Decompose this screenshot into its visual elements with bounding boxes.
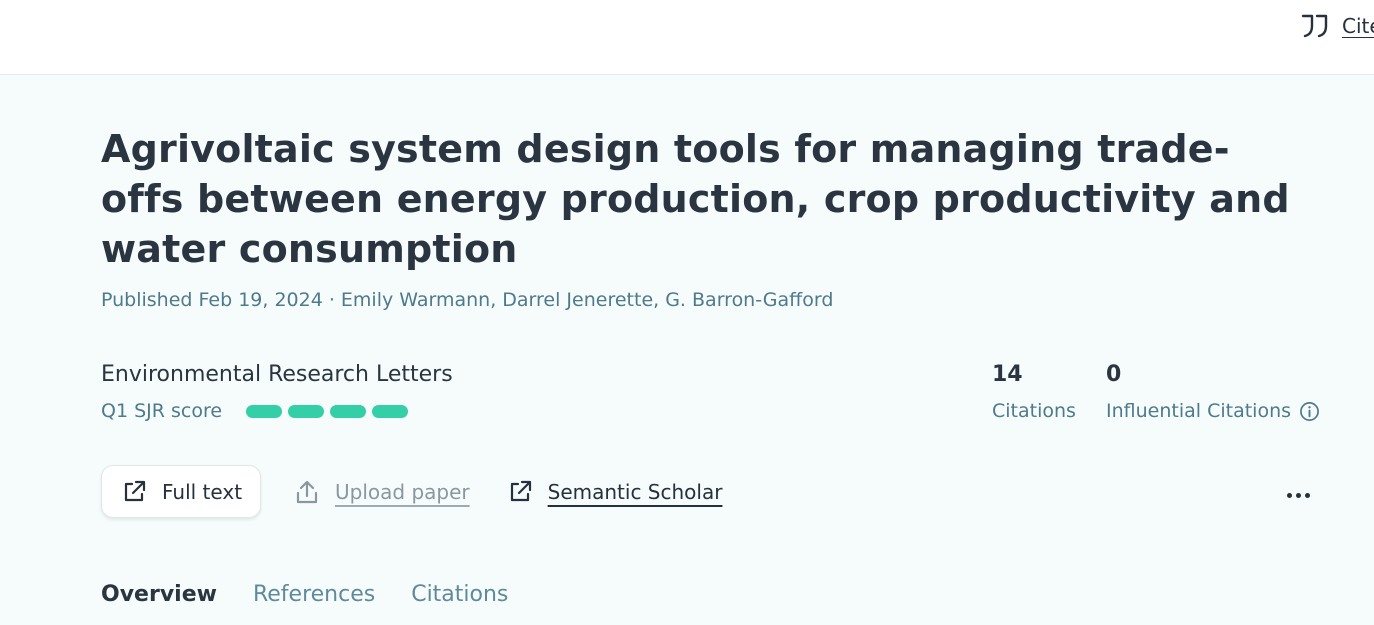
full-text-label: Full text [162,479,243,504]
sjr-bars [246,404,409,418]
cite-label: Cite [1342,14,1374,38]
influential-citations-stat: 0 Influential Citations [1106,362,1320,422]
info-icon[interactable] [1299,401,1320,422]
dot [1304,492,1310,498]
sjr-bar [288,404,325,418]
citations-label: Citations [992,400,1076,422]
sjr-score: Q1 SJR score [101,400,409,422]
sjr-label: Q1 SJR score [101,400,223,422]
cite-button[interactable]: Cite [1300,12,1374,40]
external-link-icon [124,480,146,501]
full-text-button[interactable]: Full text [101,465,262,518]
upload-paper-button[interactable]: Upload paper [293,465,470,518]
tab-citations[interactable]: Citations [411,582,508,607]
paper-tabs: Overview References Citations [101,582,508,607]
more-options-icon[interactable] [1280,482,1316,508]
paper-meta: Published Feb 19, 2024 · Emily Warmann, … [101,289,834,311]
influential-label: Influential Citations [1106,400,1292,422]
citations-count: 14 [992,362,1023,387]
external-link-icon [510,480,531,501]
tab-overview[interactable]: Overview [101,582,217,607]
paper-title: Agrivoltaic system design tools for mana… [101,127,1290,271]
sjr-bar [330,404,367,418]
upload-paper-label: Upload paper [335,479,470,504]
top-bar: Cite [0,0,1374,75]
dot [1295,492,1301,498]
paper-actions: Full text Upload paper Semantic Scholar [101,465,722,518]
tab-references[interactable]: References [253,582,375,607]
dot [1286,492,1292,498]
quote-icon [1301,14,1328,38]
journal-name: Environmental Research Letters [101,362,453,387]
citations-stat: 14 Citations [992,362,1076,422]
upload-icon [296,480,318,503]
semantic-scholar-link[interactable]: Semantic Scholar [506,465,723,518]
influential-count: 0 [1106,362,1122,387]
semantic-scholar-label: Semantic Scholar [547,479,723,504]
sjr-bar [246,404,283,418]
sjr-bar [372,404,409,418]
